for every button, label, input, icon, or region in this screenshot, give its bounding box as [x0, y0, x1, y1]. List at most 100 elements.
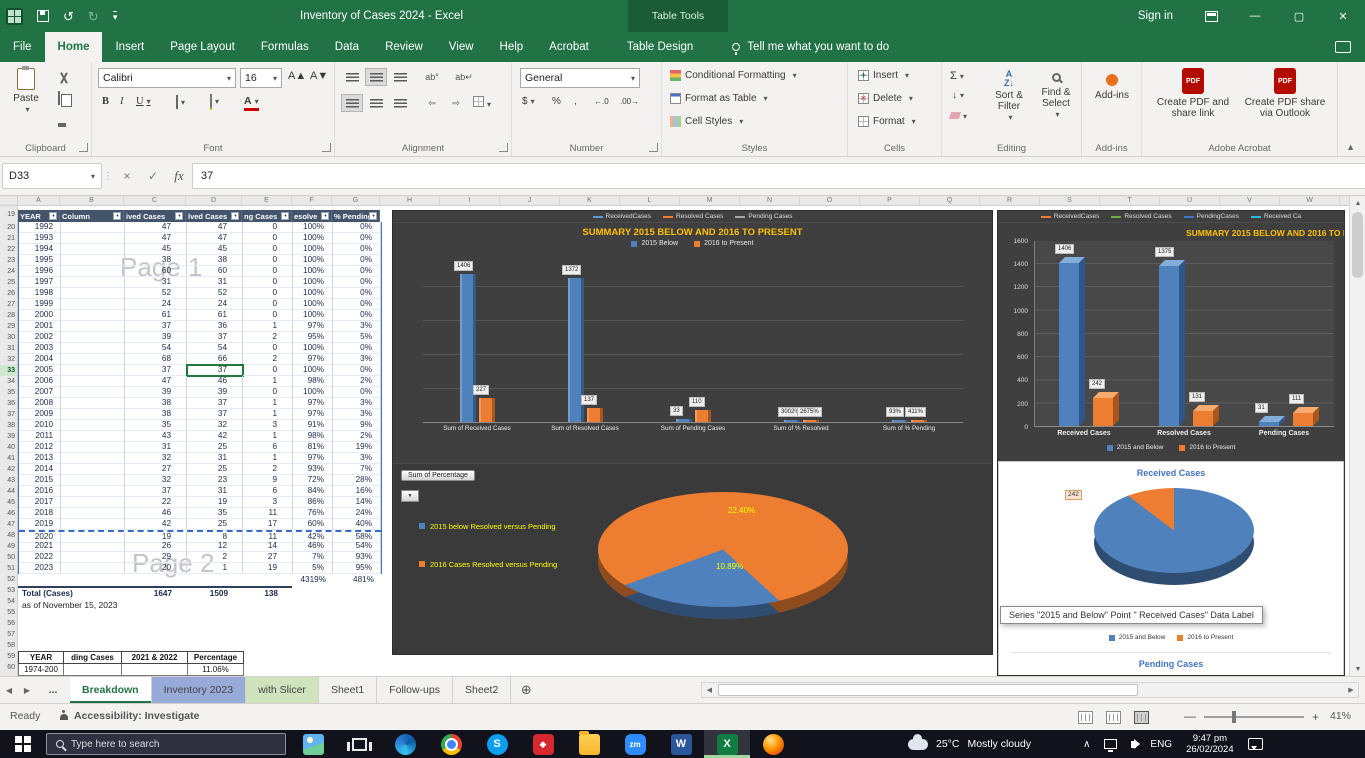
cell[interactable]: 60	[187, 266, 243, 277]
summary-pivot-chart[interactable]: ReceivedCases Resolved Cases Pending Cases…	[392, 210, 993, 655]
paste-button[interactable]: Paste	[6, 66, 46, 115]
feedback-icon[interactable]	[1335, 41, 1351, 53]
action-center-icon[interactable]	[1247, 738, 1263, 750]
sheet-tab-breakdown[interactable]: Breakdown	[70, 677, 152, 703]
filter-button[interactable]	[369, 212, 377, 220]
row-number[interactable]: 31	[0, 343, 17, 354]
number-dialog-launcher[interactable]	[649, 143, 658, 152]
cell[interactable]: 2011	[19, 431, 61, 442]
cell[interactable]: 1	[243, 409, 293, 420]
maximize-button[interactable]: ▢	[1277, 0, 1321, 32]
cell[interactable]: 14%	[333, 497, 381, 508]
pivot-filter-button[interactable]: ▼	[401, 490, 419, 502]
cell[interactable]: 0%	[333, 310, 381, 321]
cell[interactable]: 2005	[19, 365, 61, 376]
cell[interactable]: 2	[187, 552, 243, 563]
cell[interactable]: 1	[243, 376, 293, 387]
cell[interactable]: 35	[187, 508, 243, 519]
received-cases-chart[interactable]: Received Cases 242 2015 and Below 2016 to…	[998, 461, 1344, 675]
paste-dropdown-icon[interactable]	[22, 104, 29, 115]
cell[interactable]: 2008	[19, 398, 61, 409]
cell[interactable]: 97%	[293, 354, 333, 365]
comma-style-button[interactable]: ,	[574, 96, 577, 107]
sheet-tab-overflow[interactable]: ...	[36, 677, 70, 703]
cell[interactable]: 46	[125, 508, 187, 519]
cell[interactable]: 31	[187, 277, 243, 288]
cell[interactable]: 6	[243, 486, 293, 497]
row-number[interactable]: 33	[0, 365, 17, 376]
cell[interactable]: 37	[186, 364, 244, 377]
undo-icon[interactable]: ↺	[63, 10, 74, 23]
add-sheet-button[interactable]: ⊕	[511, 677, 541, 703]
word-taskbar-button[interactable]	[658, 730, 704, 758]
cell[interactable]: 2002	[19, 332, 61, 343]
decrease-decimal-button[interactable]: .00→	[620, 97, 639, 106]
column-header[interactable]: ng Cases	[242, 210, 292, 222]
tab-acrobat[interactable]: Acrobat	[536, 32, 602, 62]
cell[interactable]: 68	[125, 354, 187, 365]
cell[interactable]	[61, 266, 125, 277]
photos-taskbar-button[interactable]	[290, 730, 336, 758]
close-button[interactable]: ✕	[1321, 0, 1365, 32]
column-letter[interactable]: G	[332, 196, 380, 205]
sheet-tab-inventory-2023[interactable]: Inventory 2023	[151, 677, 247, 703]
cell[interactable]	[61, 288, 125, 299]
column-letter[interactable]: F	[292, 196, 332, 205]
row-number[interactable]: 28	[0, 310, 17, 321]
cell[interactable]: 22	[125, 497, 187, 508]
cell[interactable]	[61, 387, 125, 398]
font-size-combo[interactable]: 16	[240, 68, 282, 88]
accounting-format-button[interactable]: $	[522, 96, 535, 107]
cell[interactable]: 100%	[293, 277, 333, 288]
cell[interactable]: 54%	[333, 541, 381, 552]
percentage-pie-chart[interactable]: Sum of Percentage ▼ 2015 below Resolved …	[393, 463, 992, 654]
row-number[interactable]: 53	[0, 585, 17, 596]
cell[interactable]: 93%	[333, 552, 381, 563]
cell[interactable]: 3	[243, 497, 293, 508]
minimize-button[interactable]: —	[1233, 0, 1277, 32]
row-number[interactable]: 54	[0, 596, 17, 607]
speaker-icon[interactable]	[1131, 738, 1141, 749]
mini-table-header-cell[interactable]: 2021 & 2022	[122, 651, 188, 664]
cell[interactable]: 2015	[19, 475, 61, 486]
cell[interactable]: 37	[187, 332, 243, 343]
row-header-gutter[interactable]: 19 20 21 22 23 24 25 26 27 28 29 30 31 32 33 34 35 36 37 38…	[0, 206, 18, 676]
cell[interactable]: 36	[187, 321, 243, 332]
scrollbar-thumb[interactable]	[1352, 212, 1363, 278]
media-app-taskbar-button[interactable]	[520, 730, 566, 758]
column-letter[interactable]: V	[1220, 196, 1280, 205]
cell[interactable]: 2013	[19, 453, 61, 464]
cell[interactable]: 17	[243, 519, 293, 530]
cell[interactable]: 0%	[333, 288, 381, 299]
column-letter[interactable]: O	[800, 196, 860, 205]
column-letter[interactable]: E	[242, 196, 292, 205]
cell[interactable]: 2018	[19, 508, 61, 519]
cell[interactable]: 54	[125, 343, 187, 354]
cell[interactable]	[61, 464, 125, 475]
cell[interactable]: 0%	[333, 343, 381, 354]
cell[interactable]: 97%	[293, 398, 333, 409]
horizontal-scrollbar[interactable]: ◀ ▶	[701, 682, 1359, 698]
row-number[interactable]: 29	[0, 321, 17, 332]
zoom-level[interactable]: 41%	[1330, 710, 1351, 722]
start-button[interactable]	[0, 730, 46, 758]
cell[interactable]: 5%	[293, 563, 333, 574]
row-number[interactable]: 36	[0, 398, 17, 409]
column-letter[interactable]: J	[500, 196, 560, 205]
column-letter[interactable]: H	[380, 196, 440, 205]
cell[interactable]: 45	[125, 244, 187, 255]
cell[interactable]: 27	[243, 552, 293, 563]
cell[interactable]: 0	[243, 343, 293, 354]
skype-taskbar-button[interactable]	[474, 730, 520, 758]
font-family-combo[interactable]: Calibri	[98, 68, 236, 88]
cell[interactable]: 95%	[333, 563, 381, 574]
middle-align-button[interactable]	[365, 68, 387, 86]
cell[interactable]: 16%	[333, 486, 381, 497]
zoom-in-button[interactable]: +	[1312, 710, 1319, 724]
cell[interactable]: 100%	[293, 222, 333, 233]
hidden-icons-chevron-icon[interactable]: ∧	[1083, 739, 1090, 750]
cell[interactable]: 100%	[293, 310, 333, 321]
cell[interactable]: 100%	[293, 266, 333, 277]
autosum-button[interactable]: Σ	[950, 70, 964, 82]
cell[interactable]: 61	[125, 310, 187, 321]
